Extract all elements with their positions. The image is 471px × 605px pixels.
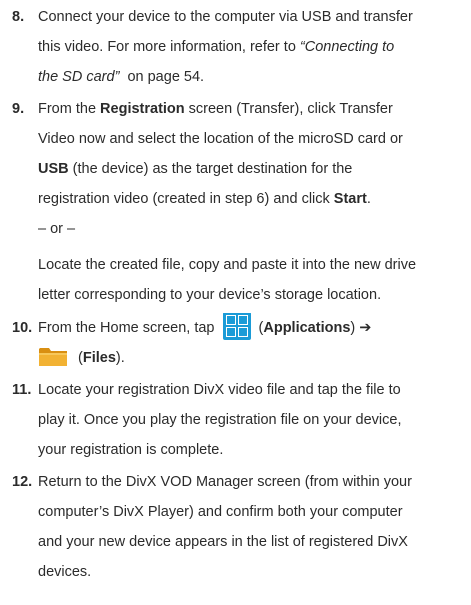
text: ) ➔ [350,320,372,336]
step-line: From the Home screen, tap (Applications)… [38,313,470,343]
step-line: From the Registration screen (Transfer),… [38,94,470,124]
step-line: Connect your device to the computer via … [38,2,470,32]
cross-reference-link[interactable]: the SD card” [38,69,119,85]
or-separator: – or – [38,221,76,237]
step-line: devices. [38,557,470,587]
text: Connect your device to the computer via … [38,9,413,25]
step-line: your registration is complete. [38,435,470,465]
text: Locate your registration DivX video file… [38,382,401,398]
step-number: 9. [12,101,25,117]
text: registration video (created in step 6) a… [38,191,334,207]
step-body: Connect your device to the computer via … [38,2,470,92]
step-line: Locate the created file, copy and paste … [38,250,470,280]
text: screen (Transfer), click Transfer [184,101,393,117]
text: From the Home screen, tap [38,320,219,336]
step-line: registration video (created in step 6) a… [38,184,470,214]
text: . [366,191,371,207]
cross-reference-link[interactable]: “Connecting to [300,39,394,55]
step-line: – or – [38,214,470,244]
applications-grid-icon [222,313,251,341]
step-line: Locate your registration DivX video file… [38,375,470,405]
step-body: From the Home screen, tap (Applications)… [38,313,470,373]
step-line: this video. For more information, refer … [38,32,470,62]
instructions-page: 8. Connect your device to the computer v… [0,0,471,605]
step-body: Return to the DivX VOD Manager screen (f… [38,467,470,587]
step-line: the SD card” on page 54. [38,62,470,92]
text: ). [115,350,125,366]
ui-term: Applications [263,320,351,336]
ui-term: USB [38,161,69,177]
ui-term: Start [333,191,367,207]
text: Return to the DivX VOD Manager screen (f… [38,474,412,490]
text: on page 54. [119,69,205,85]
ui-term: Registration [100,101,185,117]
step-line: and your new device appears in the list … [38,527,470,557]
text: (the device) as the target destination f… [68,161,353,177]
text: Video now and select the location of the… [38,131,403,147]
text: From the [38,101,101,117]
folder-icon [38,345,68,367]
step-line: computer’s DivX Player) and confirm both… [38,497,470,527]
text: your registration is complete. [38,442,224,458]
step-number: 11. [12,382,32,398]
step-line: play it. Once you play the registration … [38,405,470,435]
step-line: Return to the DivX VOD Manager screen (f… [38,467,470,497]
text: and your new device appears in the list … [38,534,408,550]
text: Locate the created file, copy and paste … [38,257,417,273]
ui-term: Files [82,350,116,366]
text: letter corresponding to your device’s st… [38,287,382,303]
step-line: USB (the device) as the target destinati… [38,154,470,184]
step-line: letter corresponding to your device’s st… [38,280,470,310]
text: computer’s DivX Player) and confirm both… [38,504,403,520]
step-body: Locate your registration DivX video file… [38,375,470,465]
step-body: From the Registration screen (Transfer),… [38,94,470,310]
step-number: 10. [12,320,33,336]
step-number: 8. [12,9,25,25]
text: devices. [38,564,92,580]
text: play it. Once you play the registration … [38,412,402,428]
step-line: (Files). [38,343,470,373]
text: this video. For more information, refer … [38,39,300,55]
step-line: Video now and select the location of the… [38,124,470,154]
step-number: 12. [12,474,33,490]
